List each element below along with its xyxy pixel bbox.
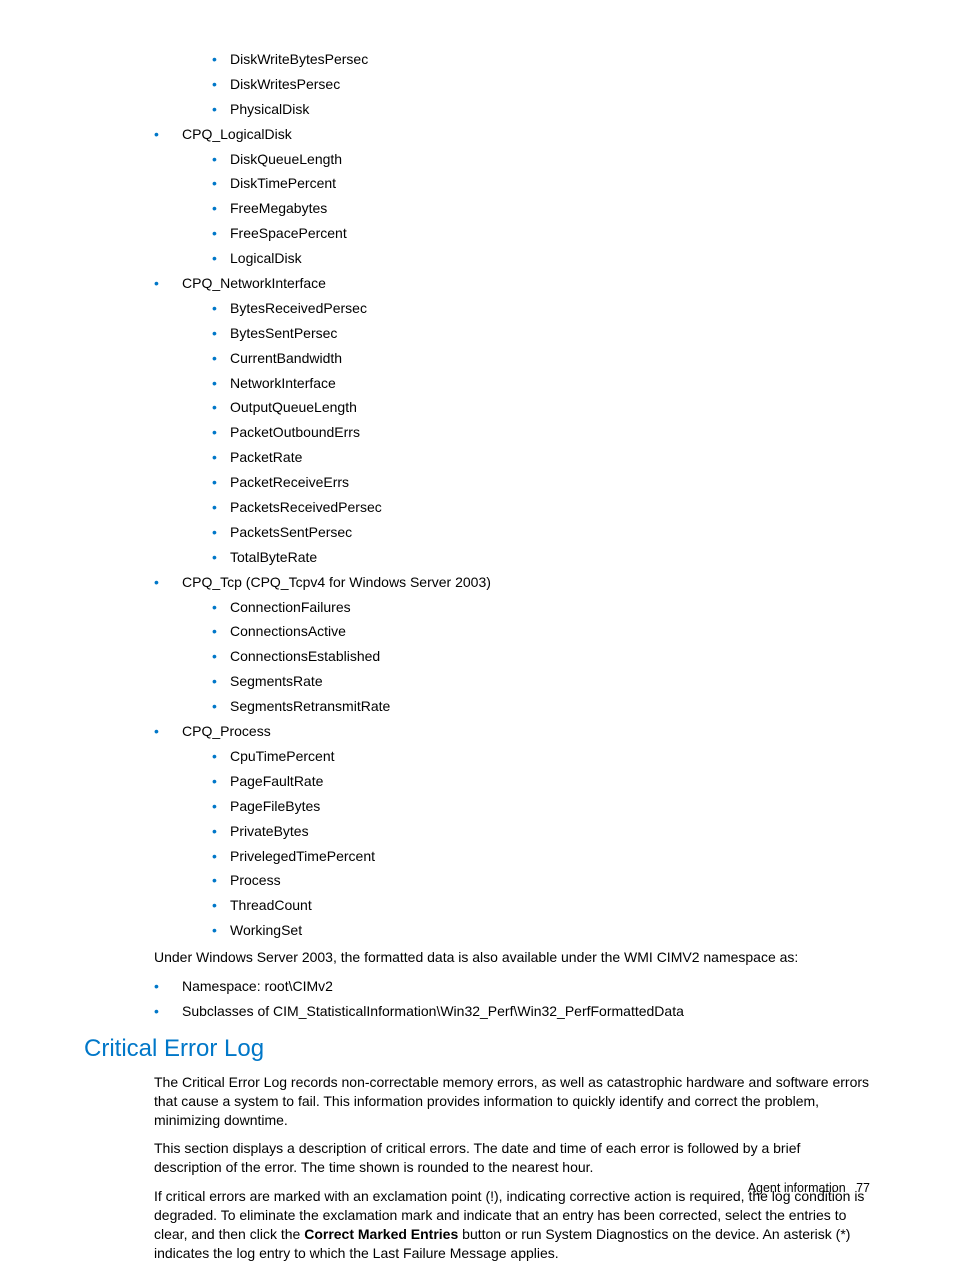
text-bold: Correct Marked Entries bbox=[304, 1226, 458, 1242]
list-item: PrivateBytes bbox=[212, 822, 870, 841]
list-text: BytesSentPersec bbox=[230, 325, 337, 341]
list-item: PageFaultRate bbox=[212, 772, 870, 791]
list-text: FreeSpacePercent bbox=[230, 225, 347, 241]
list-text: WorkingSet bbox=[230, 922, 302, 938]
list-item: DiskWritesPersec bbox=[212, 75, 870, 94]
list-item: CpuTimePercent bbox=[212, 747, 870, 766]
list-text: SegmentsRate bbox=[230, 673, 323, 689]
list-text: PacketOutboundErrs bbox=[230, 424, 360, 440]
list-text: CpuTimePercent bbox=[230, 748, 335, 764]
list-text: Process bbox=[230, 872, 281, 888]
list-text: ConnectionFailures bbox=[230, 599, 351, 615]
list-item: DiskTimePercent bbox=[212, 174, 870, 193]
sub-list: BytesReceivedPersec BytesSentPersec Curr… bbox=[182, 299, 870, 567]
list-text: Namespace: root\CIMv2 bbox=[182, 978, 333, 994]
list-text: PacketsSentPersec bbox=[230, 524, 352, 540]
list-text: BytesReceivedPersec bbox=[230, 300, 367, 316]
paragraph: Under Windows Server 2003, the formatted… bbox=[154, 948, 870, 967]
sub-list: ConnectionFailures ConnectionsActive Con… bbox=[182, 598, 870, 716]
sub-list: DiskWriteBytesPersec DiskWritesPersec Ph… bbox=[182, 50, 870, 119]
list-item: CPQ_Process CpuTimePercent PageFaultRate… bbox=[154, 722, 870, 940]
list-item: NetworkInterface bbox=[212, 374, 870, 393]
list-item: . DiskWriteBytesPersec DiskWritesPersec … bbox=[154, 50, 870, 119]
list-item: ConnectionFailures bbox=[212, 598, 870, 617]
list-item: PacketReceiveErrs bbox=[212, 473, 870, 492]
list-item: PageFileBytes bbox=[212, 797, 870, 816]
list-item: PrivelegedTimePercent bbox=[212, 847, 870, 866]
list-text: DiskWriteBytesPersec bbox=[230, 51, 368, 67]
list-text: DiskQueueLength bbox=[230, 151, 342, 167]
paragraph: If critical errors are marked with an ex… bbox=[154, 1187, 870, 1263]
list-text: PageFaultRate bbox=[230, 773, 323, 789]
sub-list: DiskQueueLength DiskTimePercent FreeMega… bbox=[182, 150, 870, 268]
list-text: PacketRate bbox=[230, 449, 302, 465]
list-item: SegmentsRate bbox=[212, 672, 870, 691]
list-text: PrivelegedTimePercent bbox=[230, 848, 375, 864]
list-text: PrivateBytes bbox=[230, 823, 309, 839]
document-page: . DiskWriteBytesPersec DiskWritesPersec … bbox=[0, 0, 954, 1235]
list-item: BytesSentPersec bbox=[212, 324, 870, 343]
list-item: PacketsSentPersec bbox=[212, 523, 870, 542]
list-text: DiskWritesPersec bbox=[230, 76, 340, 92]
list-item: PacketRate bbox=[212, 448, 870, 467]
list-item: WorkingSet bbox=[212, 921, 870, 940]
list-item: Process bbox=[212, 871, 870, 890]
list-item: FreeSpacePercent bbox=[212, 224, 870, 243]
list-item: LogicalDisk bbox=[212, 249, 870, 268]
list-text: CPQ_Tcp (CPQ_Tcpv4 for Windows Server 20… bbox=[182, 574, 491, 590]
list-text: DiskTimePercent bbox=[230, 175, 336, 191]
list-item: PacketOutboundErrs bbox=[212, 423, 870, 442]
section-heading: Critical Error Log bbox=[84, 1035, 870, 1063]
list-item: FreeMegabytes bbox=[212, 199, 870, 218]
list-continuation-wrapper: . DiskWriteBytesPersec DiskWritesPersec … bbox=[84, 50, 870, 940]
list-item: PacketsReceivedPersec bbox=[212, 498, 870, 517]
footer-label: Agent information bbox=[748, 1181, 846, 1195]
list-text: FreeMegabytes bbox=[230, 200, 327, 216]
list-text: CurrentBandwidth bbox=[230, 350, 342, 366]
list-item: CPQ_LogicalDisk DiskQueueLength DiskTime… bbox=[154, 125, 870, 268]
list-text: ThreadCount bbox=[230, 897, 312, 913]
list-item: ConnectionsActive bbox=[212, 622, 870, 641]
list-item: OutputQueueLength bbox=[212, 398, 870, 417]
page-footer: Agent information 77 bbox=[748, 1181, 870, 1195]
list-text: TotalByteRate bbox=[230, 549, 317, 565]
sub-list: CpuTimePercent PageFaultRate PageFileByt… bbox=[182, 747, 870, 940]
list-text: CPQ_Process bbox=[182, 723, 271, 739]
paragraph: The Critical Error Log records non-corre… bbox=[154, 1073, 870, 1130]
list-item: SegmentsRetransmitRate bbox=[212, 697, 870, 716]
list-text: PhysicalDisk bbox=[230, 101, 309, 117]
namespace-list: Namespace: root\CIMv2 Subclasses of CIM_… bbox=[84, 977, 870, 1021]
list-text: PageFileBytes bbox=[230, 798, 320, 814]
list-text: NetworkInterface bbox=[230, 375, 336, 391]
list-item: ThreadCount bbox=[212, 896, 870, 915]
list-item: BytesReceivedPersec bbox=[212, 299, 870, 318]
list-item: TotalByteRate bbox=[212, 548, 870, 567]
list-text: Subclasses of CIM_StatisticalInformation… bbox=[182, 1003, 684, 1019]
list-item: ConnectionsEstablished bbox=[212, 647, 870, 666]
list-text: CPQ_NetworkInterface bbox=[182, 275, 326, 291]
footer-page-number: 77 bbox=[856, 1181, 870, 1195]
list-item: DiskQueueLength bbox=[212, 150, 870, 169]
list-text: ConnectionsEstablished bbox=[230, 648, 380, 664]
list-text: ConnectionsActive bbox=[230, 623, 346, 639]
list-item: Namespace: root\CIMv2 bbox=[154, 977, 870, 996]
list-item: CPQ_NetworkInterface BytesReceivedPersec… bbox=[154, 274, 870, 567]
list-text: SegmentsRetransmitRate bbox=[230, 698, 390, 714]
list-text: OutputQueueLength bbox=[230, 399, 357, 415]
list-text: PacketsReceivedPersec bbox=[230, 499, 382, 515]
list-item: Subclasses of CIM_StatisticalInformation… bbox=[154, 1002, 870, 1021]
list-item: CPQ_Tcp (CPQ_Tcpv4 for Windows Server 20… bbox=[154, 573, 870, 716]
list-text: CPQ_LogicalDisk bbox=[182, 126, 292, 142]
list-item: PhysicalDisk bbox=[212, 100, 870, 119]
paragraph: This section displays a description of c… bbox=[154, 1139, 870, 1177]
list-text: PacketReceiveErrs bbox=[230, 474, 349, 490]
list-item: CurrentBandwidth bbox=[212, 349, 870, 368]
list-text: LogicalDisk bbox=[230, 250, 302, 266]
list-item: DiskWriteBytesPersec bbox=[212, 50, 870, 69]
